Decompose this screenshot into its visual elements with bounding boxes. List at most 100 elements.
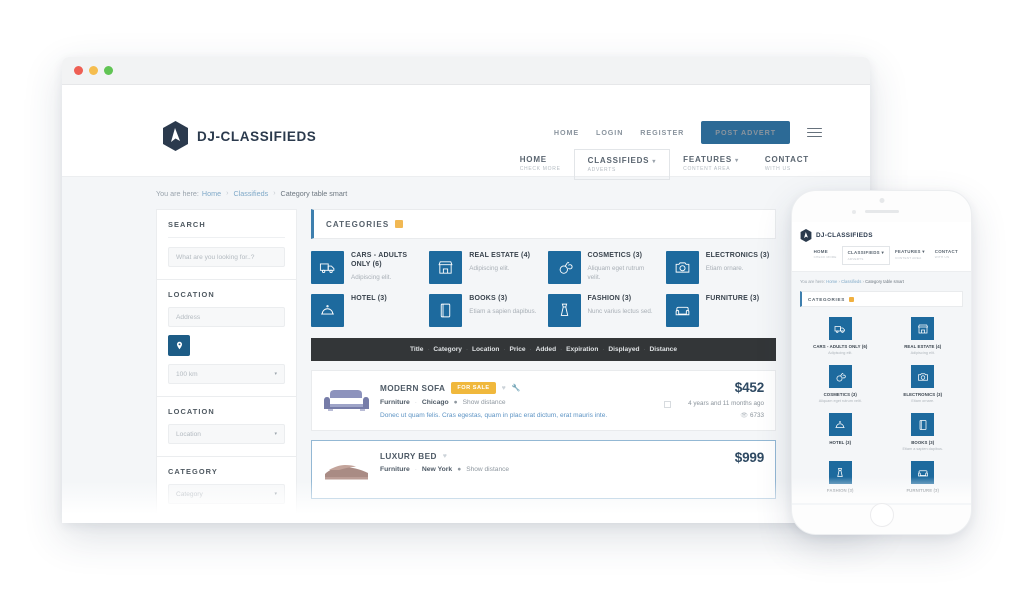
nav-item-contact[interactable]: CONTACT WITH US — [752, 149, 822, 178]
phone-category-desc: Adipiscing elit. — [828, 351, 853, 355]
window-close-button[interactable] — [74, 66, 83, 75]
phone-home-button[interactable] — [869, 503, 894, 527]
truck-icon — [311, 251, 344, 284]
phone-main-nav: HOME CHECK MORE CLASSIFIEDS ▾ ADVERTS FE… — [800, 246, 963, 265]
address-input[interactable]: Address — [168, 307, 285, 327]
phone-category-card[interactable]: BOOKS (3) Etiam a sapien dapibus. — [885, 413, 962, 452]
phone-category-card[interactable]: CARS - ADULTS ONLY (6) Adipiscing elit. — [802, 317, 879, 356]
breadcrumb-prefix: You are here: — [156, 188, 199, 198]
nav-item-contact-label: CONTACT — [764, 155, 809, 164]
listing-views-count: 6733 — [749, 411, 764, 419]
category-card-name: ELECTRONICS (3) — [705, 252, 770, 259]
location-select[interactable]: Location ▾ — [168, 424, 285, 444]
nav-item-classifieds-sub: ADVERTS — [587, 167, 617, 173]
phone-breadcrumb-home-link[interactable]: Home — [826, 279, 837, 284]
chevron-down-icon: ▾ — [735, 158, 739, 164]
breadcrumb-home-link[interactable]: Home — [202, 189, 221, 198]
phone-breadcrumb-prefix: You are here: — [800, 279, 825, 284]
site-logo[interactable]: DJ-CLASSIFIEDS — [162, 121, 316, 151]
category-card[interactable]: ELECTRONICS (3) Etiam ornare. — [665, 251, 776, 284]
phone-nav-item-features[interactable]: FEATURES ▾ CONTENT AREA — [890, 246, 930, 265]
sort-location[interactable]: Location — [472, 346, 499, 353]
listing-meta: $452 4 years and 11 months ago 👁 6733 — [672, 380, 764, 420]
search-panel: SEARCH What are you looking for..? — [156, 209, 297, 280]
category-card[interactable]: COSMETICS (3) Aliquam eget rutrum velit. — [547, 251, 658, 284]
sort-separator: · — [529, 346, 532, 353]
nav-item-classifieds[interactable]: CLASSIFIEDS ▾ ADVERTS — [573, 149, 671, 180]
phone-category-card[interactable]: REAL ESTATE (4) Adipiscing elit. — [885, 317, 962, 356]
window-minimize-button[interactable] — [89, 66, 98, 75]
phone-category-desc: Adipiscing elit. — [910, 351, 935, 355]
chevron-down-icon: ▾ — [274, 371, 277, 377]
category-card[interactable]: CARS - ADULTS ONLY (6) Adipiscing elit. — [311, 251, 421, 284]
listing-location[interactable]: Chicago — [422, 399, 449, 406]
listing-title[interactable]: LUXURY BED — [380, 452, 437, 461]
phone-breadcrumb-separator: › — [862, 279, 864, 284]
category-card[interactable]: BOOKS (3) Etiam a sapien dapibus. — [429, 294, 539, 327]
sort-price[interactable]: Price — [509, 346, 525, 353]
chevron-down-icon: ▾ — [922, 249, 925, 254]
radius-select[interactable]: 100 km ▾ — [168, 364, 285, 384]
sort-expiration[interactable]: Expiration — [566, 346, 598, 353]
window-maximize-button[interactable] — [104, 66, 113, 75]
listing-category[interactable]: Furniture — [380, 399, 410, 406]
show-distance-link[interactable]: Show distance — [466, 466, 509, 473]
phone-category-card[interactable]: ELECTRONICS (3) Etiam ornare. — [885, 365, 962, 404]
hamburger-menu-icon[interactable] — [807, 125, 822, 140]
post-advert-button[interactable]: POST ADVERT — [701, 121, 790, 144]
nav-item-home[interactable]: HOME CHECK MORE — [507, 149, 574, 178]
phone-content-fade — [792, 477, 971, 503]
sort-title[interactable]: Title — [410, 346, 423, 353]
phone-category-name: REAL ESTATE (4) — [904, 344, 942, 349]
meta-separator: · — [414, 466, 417, 473]
phone-nav-contact-label: CONTACT — [934, 249, 958, 254]
meta-separator: · — [414, 399, 417, 406]
breadcrumb-current: Category table smart — [280, 188, 348, 198]
phone-categories-title: CATEGORIES — [808, 296, 846, 302]
heart-icon[interactable]: ♥ — [443, 453, 447, 460]
location-select-value: Location — [176, 430, 201, 438]
sofa-photo — [324, 390, 369, 411]
category-card[interactable]: REAL ESTATE (4) Adipiscing elit. — [429, 251, 539, 284]
phone-nav-item-classifieds[interactable]: CLASSIFIEDS ▾ ADVERTS — [841, 246, 890, 265]
topnav-register-link[interactable]: REGISTER — [640, 128, 684, 137]
topnav-home-link[interactable]: HOME — [554, 128, 579, 137]
sort-displayed[interactable]: Displayed — [608, 346, 639, 353]
listing-row[interactable]: MODERN SOFA FOR SALE ♥ 🔧 Furniture · Chi… — [311, 370, 776, 432]
sort-category[interactable]: Category — [433, 346, 462, 353]
dress-icon — [547, 294, 581, 327]
listing-thumbnail[interactable] — [323, 380, 370, 418]
main-nav: HOME CHECK MORE CLASSIFIEDS ▾ ADVERTS FEA… — [507, 149, 822, 180]
phone-category-card[interactable]: COSMETICS (3) Aliquam eget rutrum velit. — [802, 365, 879, 404]
listing-location[interactable]: New York — [422, 466, 452, 473]
phone-logo[interactable]: DJ-CLASSIFIEDS — [800, 229, 963, 242]
browser-title-bar — [62, 57, 870, 85]
nav-item-features[interactable]: FEATURES ▾ CONTENT AREA — [670, 149, 752, 178]
category-card[interactable]: HOTEL (3) — [311, 294, 421, 327]
phone-nav-item-contact[interactable]: CONTACT WITH US — [930, 246, 963, 265]
topnav-login-link[interactable]: LOGIN — [596, 128, 623, 137]
sort-added[interactable]: Added — [536, 346, 557, 353]
phone-breadcrumb-current: Category table smart — [865, 279, 904, 284]
phone-nav-item-home[interactable]: HOME CHECK MORE — [809, 246, 842, 265]
sort-distance[interactable]: Distance — [650, 346, 678, 353]
search-input[interactable]: What are you looking for..? — [168, 247, 285, 267]
compare-checkbox[interactable] — [664, 401, 671, 408]
phone-category-desc: Etiam a sapien dapibus. — [902, 447, 944, 452]
phone-category-name: HOTEL (3) — [829, 440, 852, 446]
category-card[interactable]: FASHION (3) Nunc varius lectus sed. — [547, 294, 658, 327]
listing-category[interactable]: Furniture — [380, 466, 410, 473]
book-icon — [429, 294, 463, 327]
listing-title[interactable]: MODERN SOFA — [380, 384, 445, 393]
phone-category-name: ELECTRONICS (3) — [903, 392, 943, 398]
breadcrumb-classifieds-link[interactable]: Classifieds — [233, 189, 268, 198]
phone-category-card[interactable]: HOTEL (3) — [802, 413, 879, 452]
phone-breadcrumb-classifieds-link[interactable]: Classifieds — [841, 279, 861, 284]
category-card[interactable]: FURNITURE (3) — [665, 294, 776, 327]
show-distance-link[interactable]: Show distance — [463, 399, 506, 406]
phone-nav-classifieds-sub: ADVERTS — [847, 257, 864, 261]
heart-icon[interactable]: ♥ — [502, 385, 506, 392]
geolocate-button[interactable] — [168, 335, 190, 356]
wrench-icon[interactable]: 🔧 — [512, 384, 521, 392]
store-icon — [429, 251, 463, 284]
